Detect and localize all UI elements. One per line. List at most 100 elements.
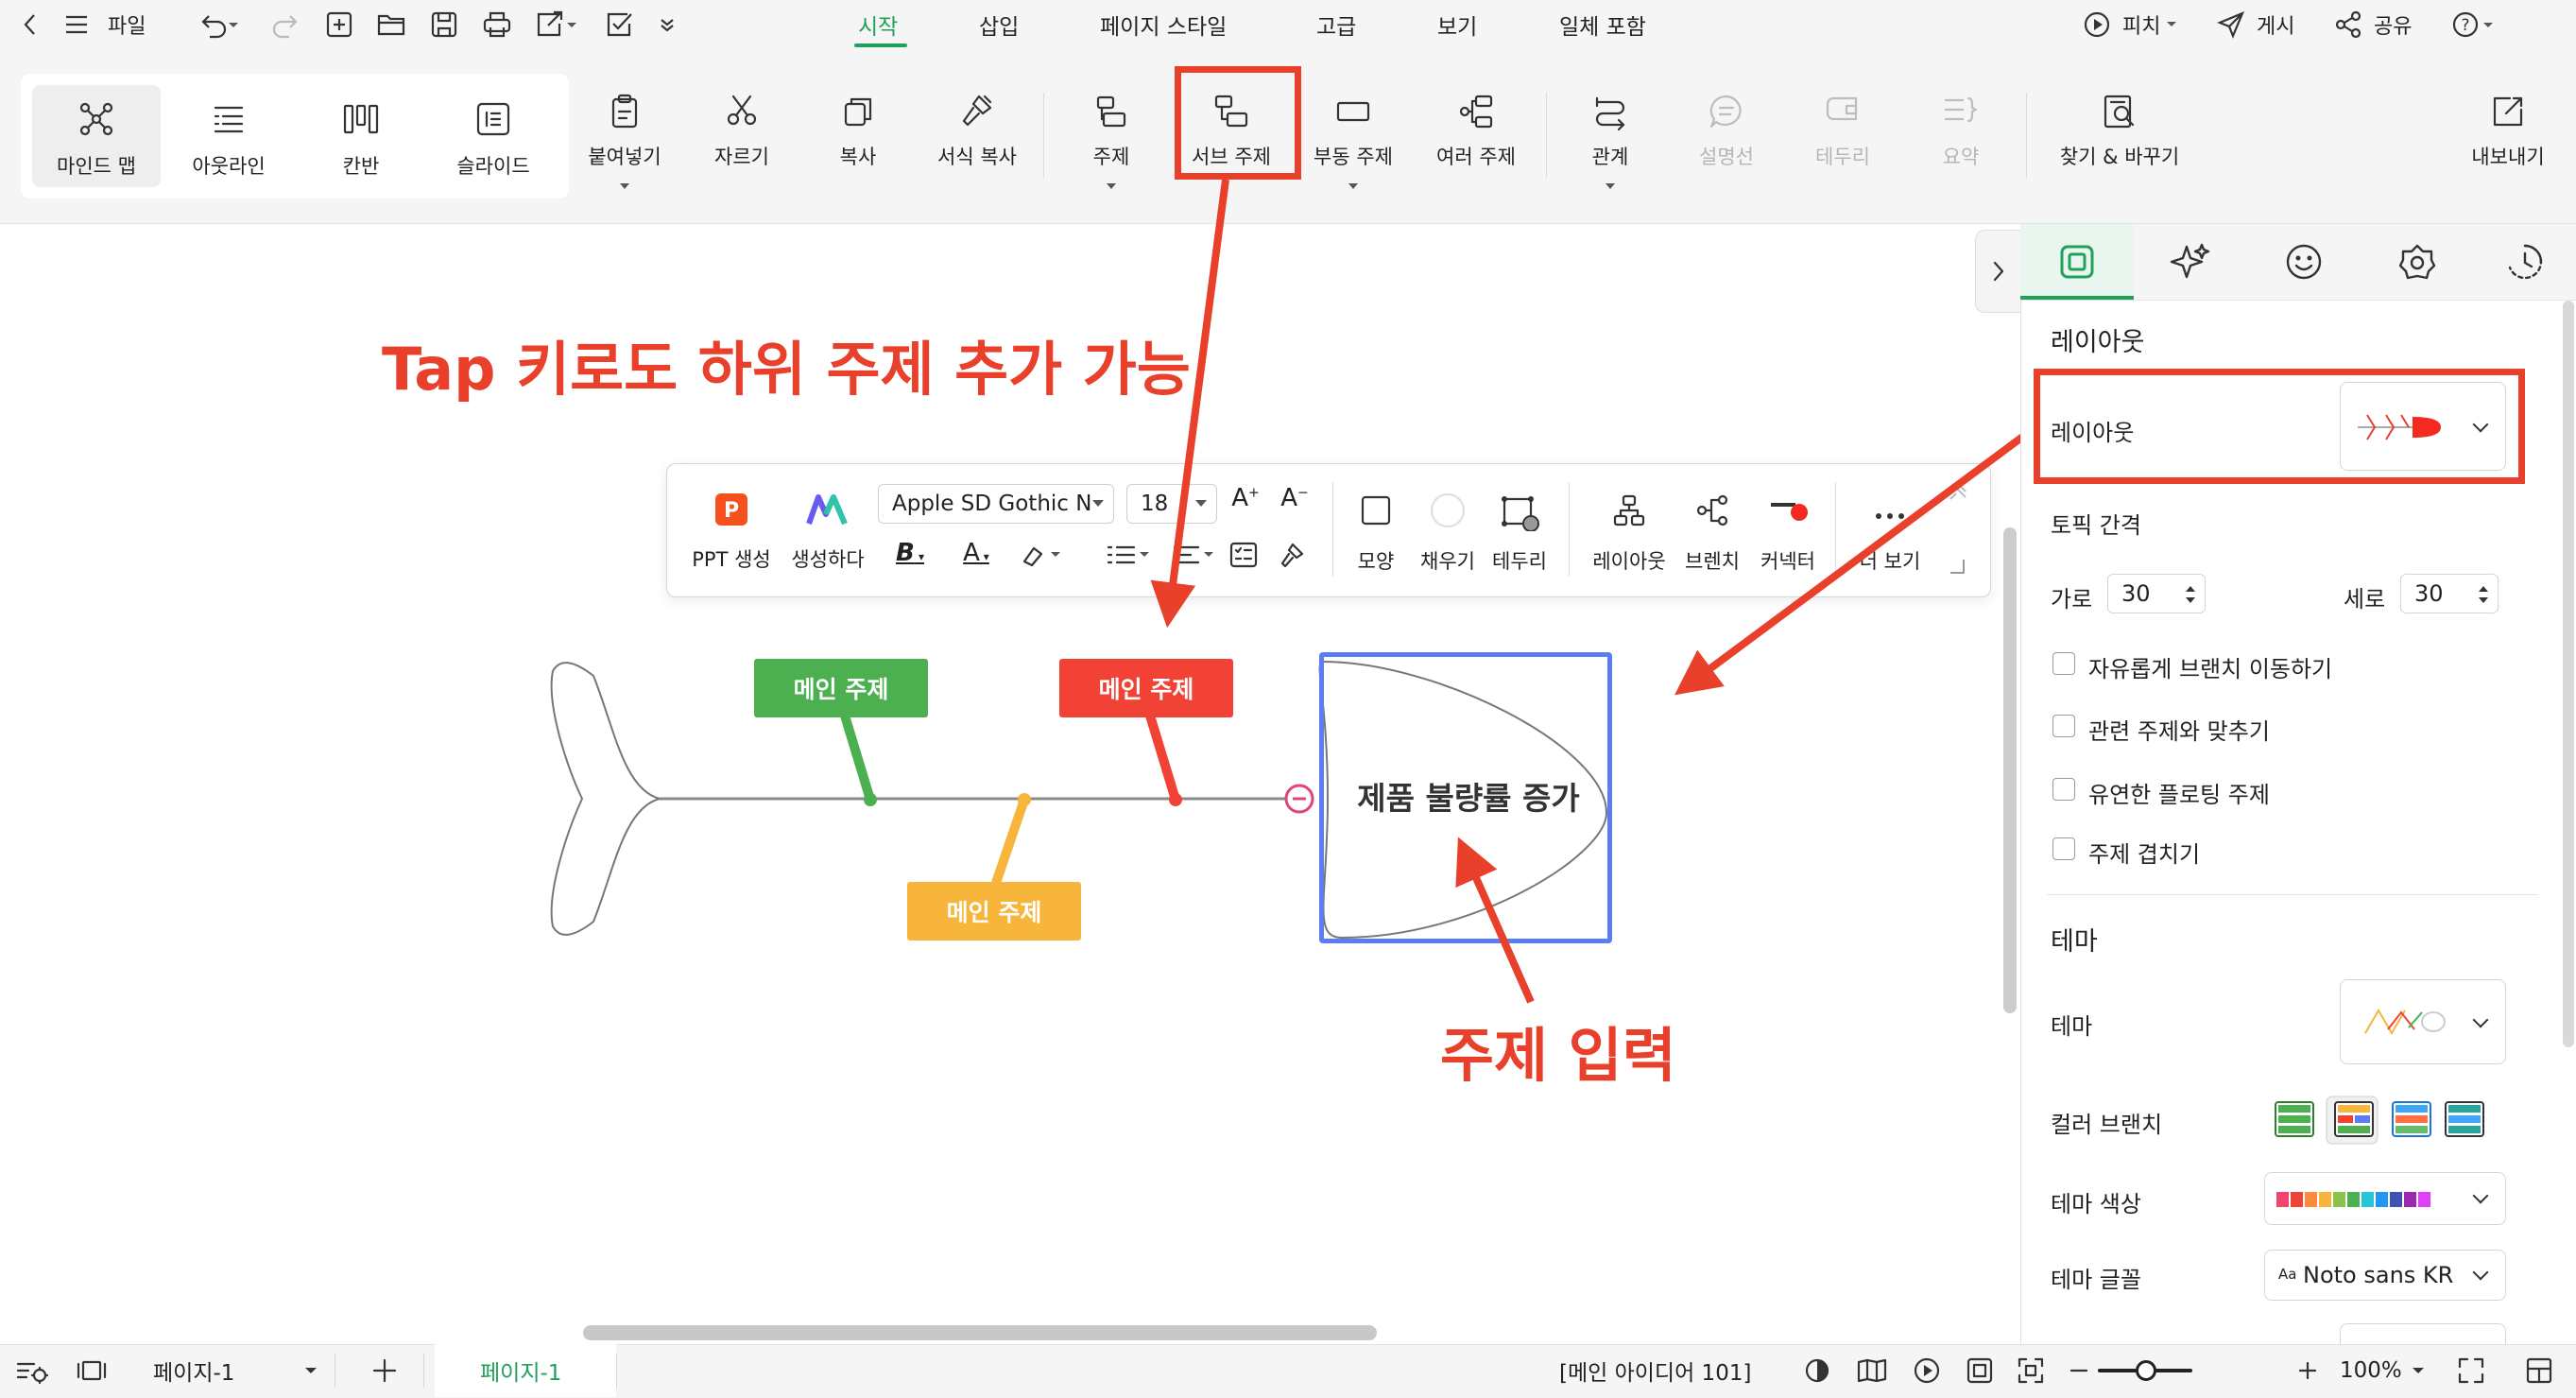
export-file-icon[interactable] xyxy=(535,0,578,49)
font-size-select[interactable]: 18 xyxy=(1126,484,1217,524)
tab-history[interactable] xyxy=(2474,224,2576,300)
open-folder-icon[interactable] xyxy=(376,0,408,49)
redo-icon[interactable] xyxy=(272,0,301,49)
callout-button[interactable]: 설명선 xyxy=(1670,87,1783,191)
tab-advanced[interactable]: 고급 xyxy=(1316,0,1356,49)
align-icon[interactable] xyxy=(1172,543,1219,567)
overlap-topics-checkbox[interactable] xyxy=(2052,837,2075,860)
floating-topic-button[interactable]: 부동 주제 xyxy=(1297,87,1410,191)
add-page-icon[interactable] xyxy=(370,1344,399,1397)
zoom-slider-thumb[interactable] xyxy=(2136,1360,2156,1381)
paste-button[interactable]: 붙여넣기 xyxy=(568,87,681,191)
topic-dropdown-caret[interactable] xyxy=(1107,183,1116,189)
vertical-spacing-input[interactable]: 30 xyxy=(2400,574,2499,613)
checkbox-edit-icon[interactable] xyxy=(605,0,635,49)
help-icon[interactable]: ? xyxy=(2451,0,2499,49)
bold-icon[interactable]: B ▾ xyxy=(886,539,934,567)
chevron-down-icon[interactable] xyxy=(658,0,677,49)
tab-icons[interactable] xyxy=(2247,224,2361,300)
color-branch-options[interactable] xyxy=(2270,1093,2497,1149)
menu-icon[interactable] xyxy=(64,0,89,49)
numbered-list-icon[interactable] xyxy=(1106,543,1153,567)
shape-button[interactable]: 모양 xyxy=(1340,493,1412,575)
publish-button[interactable]: 게시 xyxy=(2217,0,2294,49)
more-button[interactable]: 더 보기 xyxy=(1843,493,1937,575)
panel-toggle-icon[interactable] xyxy=(2525,1344,2553,1397)
free-branch-move-checkbox[interactable] xyxy=(2052,652,2075,675)
central-topic[interactable]: 제품 불량률 증가 xyxy=(1327,773,1610,824)
theme-select[interactable] xyxy=(2340,979,2506,1064)
vertical-scrollbar[interactable] xyxy=(2003,527,2017,1013)
horizontal-scrollbar[interactable] xyxy=(583,1325,1377,1340)
border-button[interactable]: 테두리 xyxy=(1484,493,1555,575)
mindmap-view-button[interactable]: 마인드 맵 xyxy=(32,85,161,187)
tab-page-style[interactable]: 페이지 스타일 xyxy=(1100,0,1227,49)
cut-button[interactable]: 자르기 xyxy=(685,87,799,191)
tab-view[interactable]: 보기 xyxy=(1437,0,1477,49)
font-color-icon[interactable]: A ▾ xyxy=(953,539,1000,567)
slide-view-button[interactable]: 슬라이드 xyxy=(429,85,558,187)
pin-toolbar-icon[interactable] xyxy=(1945,480,1969,505)
ppt-generate-button[interactable]: P PPT 생성 xyxy=(682,492,781,573)
floating-topic-dropdown-caret[interactable] xyxy=(1348,183,1358,189)
collapse-panel-button[interactable] xyxy=(1975,230,2021,313)
theme-font-select[interactable]: Aa Noto sans KR xyxy=(2264,1250,2506,1301)
summary-button[interactable]: 요약 xyxy=(1904,87,2018,191)
book-view-icon[interactable] xyxy=(1856,1344,1888,1397)
connector-button[interactable]: 커넥터 xyxy=(1750,493,1826,575)
branch-button[interactable]: 브렌치 xyxy=(1674,493,1750,575)
print-icon[interactable] xyxy=(482,0,512,49)
tab-home[interactable]: 시작 xyxy=(858,0,898,49)
file-menu[interactable]: 파일 xyxy=(108,0,146,49)
layout-button[interactable]: 레이아웃 xyxy=(1584,493,1674,575)
tab-layout-style[interactable] xyxy=(2020,224,2134,300)
tab-theme[interactable] xyxy=(2361,224,2474,300)
zoom-level-select[interactable]: 100% xyxy=(2340,1344,2425,1397)
paste-dropdown-caret[interactable] xyxy=(620,183,629,189)
zoom-out-icon[interactable] xyxy=(2068,1344,2090,1397)
fit-page-icon[interactable] xyxy=(1966,1344,1994,1397)
tab-insert[interactable]: 삽입 xyxy=(979,0,1019,49)
back-icon[interactable] xyxy=(19,0,42,49)
main-topic-green[interactable]: 메인 주제 xyxy=(754,659,928,717)
find-replace-button[interactable]: 찾기 & 바꾸기 xyxy=(2058,87,2181,191)
relation-button[interactable]: 관계 xyxy=(1554,87,1667,191)
boundary-button[interactable]: 테두리 xyxy=(1786,87,1899,191)
highlighter-icon[interactable] xyxy=(1019,543,1070,567)
main-topic-red[interactable]: 메인 주제 xyxy=(1059,659,1233,717)
relation-dropdown-caret[interactable] xyxy=(1606,183,1615,189)
outline-view-button[interactable]: 아웃라인 xyxy=(164,85,293,187)
export-button[interactable]: 내보내기 xyxy=(2451,87,2565,191)
tab-ai-style[interactable] xyxy=(2134,224,2247,300)
fill-button[interactable]: 채우기 xyxy=(1412,493,1484,575)
page-tab[interactable]: 페이지-1 xyxy=(480,1344,561,1397)
theme-color-select[interactable] xyxy=(2264,1172,2506,1225)
horizontal-spacing-input[interactable]: 30 xyxy=(2107,574,2206,613)
resize-handle-icon[interactable] xyxy=(1945,554,1969,578)
task-list-icon[interactable] xyxy=(1228,541,1262,569)
topic-button[interactable]: 주제 xyxy=(1055,87,1168,191)
align-topics-checkbox[interactable] xyxy=(2052,715,2075,737)
clear-format-icon[interactable] xyxy=(1278,541,1312,569)
new-file-icon[interactable] xyxy=(325,0,353,49)
panel-scrollbar[interactable] xyxy=(2563,301,2574,1047)
increase-font-size-icon[interactable]: A+ xyxy=(1228,484,1262,512)
share-button[interactable]: 공유 xyxy=(2334,0,2412,49)
present-button[interactable]: 피치 xyxy=(2083,0,2177,49)
format-painter-button[interactable]: 서식 복사 xyxy=(920,87,1034,191)
fit-screen-icon[interactable] xyxy=(2017,1344,2045,1397)
outline-toggle-icon[interactable] xyxy=(15,1344,51,1397)
focus-mode-icon[interactable] xyxy=(1803,1344,1831,1397)
page-select[interactable]: 페이지-1 xyxy=(132,1344,331,1397)
ai-generate-button[interactable]: 생성하다 xyxy=(781,492,875,573)
fullscreen-icon[interactable] xyxy=(2457,1344,2485,1397)
play-slideshow-icon[interactable] xyxy=(1913,1344,1941,1397)
font-family-select[interactable]: Apple SD Gothic N xyxy=(878,484,1114,524)
copy-button[interactable]: 복사 xyxy=(801,87,915,191)
undo-icon[interactable] xyxy=(198,0,240,49)
multiple-topics-button[interactable]: 여러 주제 xyxy=(1419,87,1533,191)
save-icon[interactable] xyxy=(430,0,458,49)
kanban-view-button[interactable]: 칸반 xyxy=(297,85,425,187)
page-list-icon[interactable] xyxy=(76,1344,108,1397)
flexible-floating-checkbox[interactable] xyxy=(2052,778,2075,801)
